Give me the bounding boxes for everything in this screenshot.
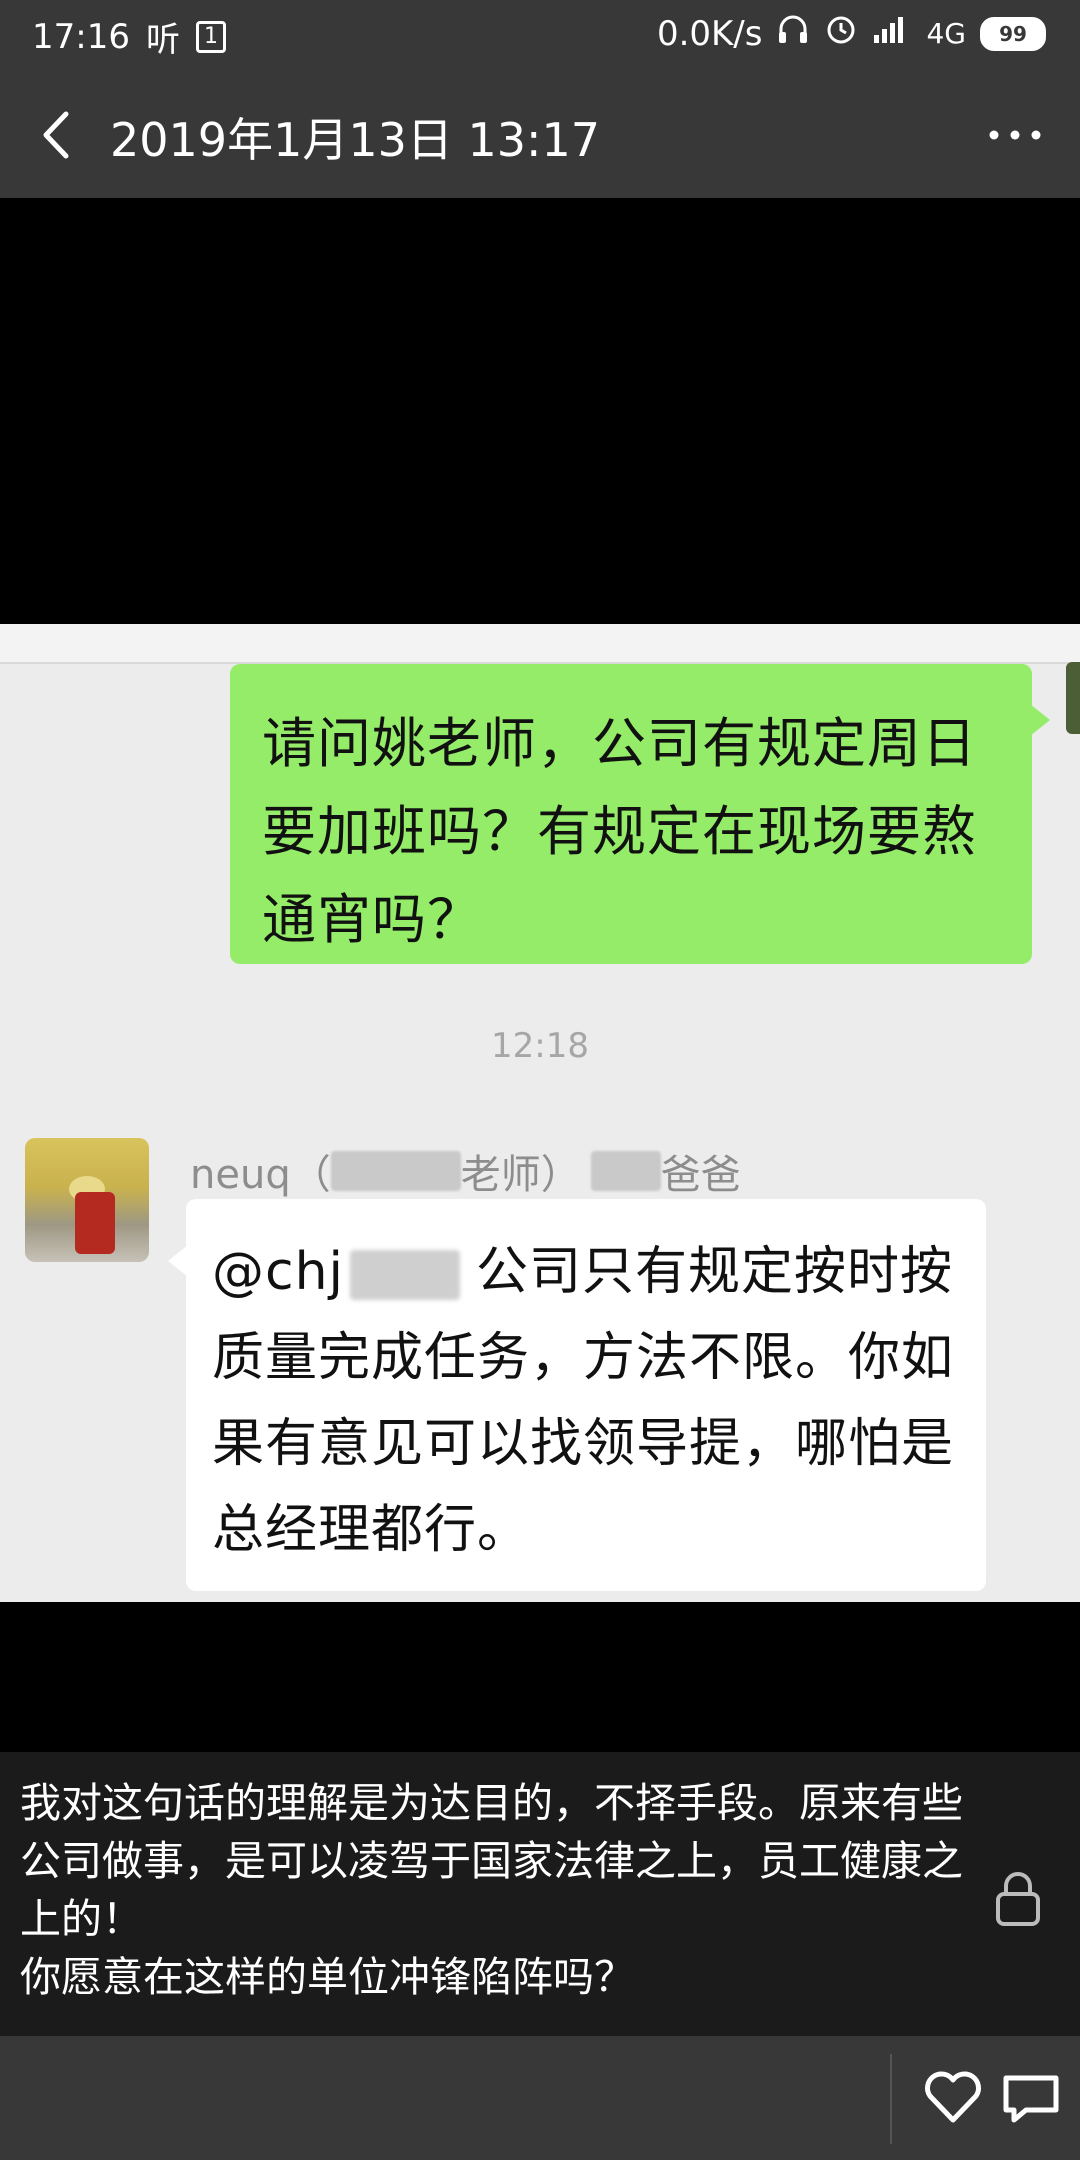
battery-indicator: 99 (980, 16, 1046, 51)
incoming-message-text-1: 公司只有规定按时 (476, 1242, 901, 1302)
status-right: 0.0K/s 4G 99 (657, 12, 1046, 55)
chevron-left-icon (43, 111, 69, 159)
outgoing-message-bubble: 请问姚老师，公司有规定周日要加班吗？有规定在现场要熬通宵吗？ (230, 664, 1050, 964)
like-button[interactable] (918, 2062, 988, 2132)
chat-top-strip (0, 624, 1080, 664)
incoming-message-bubble: @chj 公司只有规定按时按质量完成任务，方法不限。你如果有意见可以找领导提，哪怕… (168, 1199, 986, 1591)
status-left: 17:16 听 1 (32, 12, 226, 61)
network-type: 4G (926, 17, 966, 50)
redacted-name (590, 1151, 661, 1191)
mention-text: @chj (212, 1242, 344, 1302)
status-time: 17:16 (32, 16, 130, 57)
page-title: 2019年1月13日 13:17 (110, 113, 601, 167)
sender-role: 老师） (460, 1152, 581, 1198)
comment-button[interactable] (996, 2062, 1066, 2132)
caption-line-2: 你愿意在这样的单位冲锋陷阵吗？ (20, 1953, 635, 2001)
sender-name: neuq（ 老师） 爸爸 (190, 1142, 741, 1200)
redacted-name (350, 1250, 460, 1300)
sender-prefix: neuq（ (190, 1152, 331, 1198)
outgoing-message-text: 请问姚老师，公司有规定周日要加班吗？有规定在现场要熬通宵吗？ (262, 712, 977, 951)
privacy-lock-button[interactable] (980, 1860, 1056, 1936)
app-bar: 2019年1月13日 13:17 (0, 70, 1080, 198)
chat-screenshot[interactable]: 请问姚老师，公司有规定周日要加班吗？有规定在现场要熬通宵吗？ 12:18 neu… (0, 624, 1080, 1602)
sim-slot-badge: 1 (195, 20, 226, 53)
more-dots-icon (989, 130, 1041, 140)
listen-icon: 听 (145, 20, 180, 60)
avatar (25, 1138, 149, 1262)
back-button[interactable] (24, 100, 94, 170)
post-caption: 我对这句话的理解是为达目的，不择手段。原来有些公司做事，是可以凌驾于国家法律之上… (0, 1752, 1080, 2036)
status-bar: 17:16 听 1 0.0K/s 4G 99 (0, 0, 1080, 70)
signal-icon (872, 13, 912, 54)
chat-timestamp: 12:18 (491, 1026, 589, 1066)
redacted-name (330, 1151, 461, 1191)
lock-icon (996, 1872, 1040, 1926)
bottom-action-bar (0, 2036, 1080, 2160)
headphone-icon (776, 12, 810, 55)
comment-icon (1003, 2075, 1059, 2123)
more-button[interactable] (980, 100, 1050, 170)
net-speed: 0.0K/s (656, 13, 763, 54)
alarm-icon (824, 12, 858, 55)
my-avatar (1066, 662, 1080, 734)
sender-suffix: 爸爸 (660, 1152, 741, 1198)
image-letterbox-bottom (0, 1602, 1080, 1752)
image-letterbox-top (0, 198, 1080, 624)
caption-line-1: 我对这句话的理解是为达目的，不择手段。原来有些公司做事，是可以凌驾于国家法律之上… (20, 1779, 963, 1943)
heart-icon (925, 2071, 981, 2123)
divider (890, 2054, 892, 2144)
